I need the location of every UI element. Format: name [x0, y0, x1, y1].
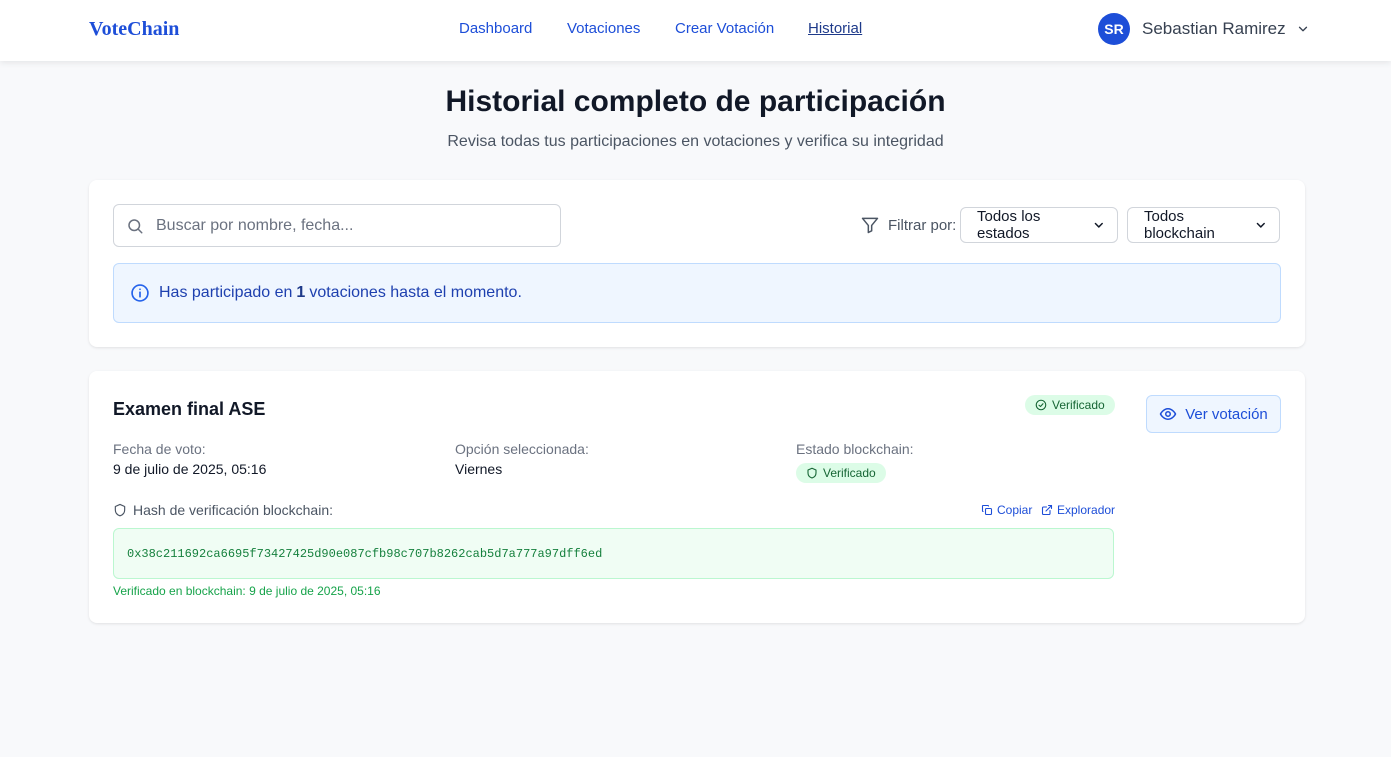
nav-dashboard[interactable]: Dashboard [459, 20, 532, 37]
blockchain-select-value: Todos blockchain [1144, 208, 1215, 242]
selected-option-value: Viernes [455, 461, 503, 477]
avatar: SR [1098, 13, 1130, 45]
shield-icon [807, 467, 817, 479]
blockchain-status-badge-label: Verificado [823, 466, 876, 480]
status-select[interactable]: Todos los estados [960, 207, 1118, 243]
user-name: Sebastian Ramirez [1142, 19, 1286, 38]
search-icon [128, 218, 143, 233]
filter-label: Filtrar por: [860, 215, 956, 235]
eye-icon [1159, 408, 1177, 420]
search-box[interactable] [113, 204, 561, 247]
page-subtitle: Revisa todas tus participaciones en vota… [447, 133, 944, 150]
app-logo[interactable]: VoteChain [89, 18, 179, 41]
hash-label-text: Hash de verificación blockchain: [133, 502, 333, 518]
nav-crear-votacion[interactable]: Crear Votación [675, 20, 774, 37]
copy-icon [981, 504, 993, 516]
selected-option-label: Opción seleccionada: [455, 441, 589, 457]
view-vote-label: Ver votación [1185, 405, 1268, 423]
blockchain-select[interactable]: Todos blockchain [1127, 207, 1280, 243]
chevron-down-icon [1257, 222, 1266, 228]
external-link-icon [1041, 504, 1053, 516]
chevron-down-icon [1298, 26, 1307, 32]
info-icon [131, 284, 149, 302]
view-vote-button[interactable]: Ver votación [1146, 395, 1281, 433]
chevron-down-icon [1095, 222, 1104, 228]
status-select-value: Todos los estados [977, 208, 1041, 242]
copy-label: Copiar [997, 503, 1033, 517]
status-badge-label: Verificado [1052, 398, 1105, 412]
copy-hash-button[interactable]: Copiar [981, 503, 1032, 517]
explorer-label: Explorador [1057, 503, 1116, 517]
vote-title: Examen final ASE [113, 399, 266, 419]
filter-label-text: Filtrar por: [888, 216, 957, 234]
shield-icon [114, 503, 126, 517]
user-menu[interactable]: SR Sebastian Ramirez [1098, 13, 1310, 45]
hash-label: Hash de verificación blockchain: [113, 502, 333, 518]
vote-history-card: Examen final ASE Verificado Ver votación… [89, 371, 1305, 623]
vote-date-label: Fecha de voto: [113, 441, 206, 457]
explorer-link[interactable]: Explorador [1041, 503, 1115, 517]
verification-hash: 0x38c211692ca6695f73427425d90e087cfb98c7… [113, 528, 1114, 579]
top-navbar: VoteChain Dashboard Votaciones Crear Vot… [0, 0, 1391, 61]
search-input[interactable] [156, 216, 536, 235]
participation-count: 1 [296, 284, 306, 301]
nav-votaciones[interactable]: Votaciones [567, 20, 640, 37]
filter-icon [861, 217, 879, 234]
nav-historial[interactable]: Historial [808, 20, 862, 37]
filters-card: Filtrar por: Todos los estados Todos blo… [89, 180, 1305, 347]
verified-at-text: Verificado en blockchain: 9 de julio de … [113, 584, 381, 598]
vote-date-value: 9 de julio de 2025, 05:16 [113, 461, 267, 477]
blockchain-status-badge: Verificado [796, 463, 886, 483]
blockchain-status-label: Estado blockchain: [796, 441, 914, 457]
check-circle-icon [1035, 399, 1047, 411]
page-title: Historial completo de participación [445, 85, 946, 118]
status-badge: Verificado [1025, 395, 1115, 415]
participation-info-banner: Has participado en 1 votaciones hasta el… [113, 263, 1281, 323]
info-suffix: votaciones hasta el momento. [309, 284, 522, 301]
info-prefix: Has participado en [159, 284, 293, 301]
